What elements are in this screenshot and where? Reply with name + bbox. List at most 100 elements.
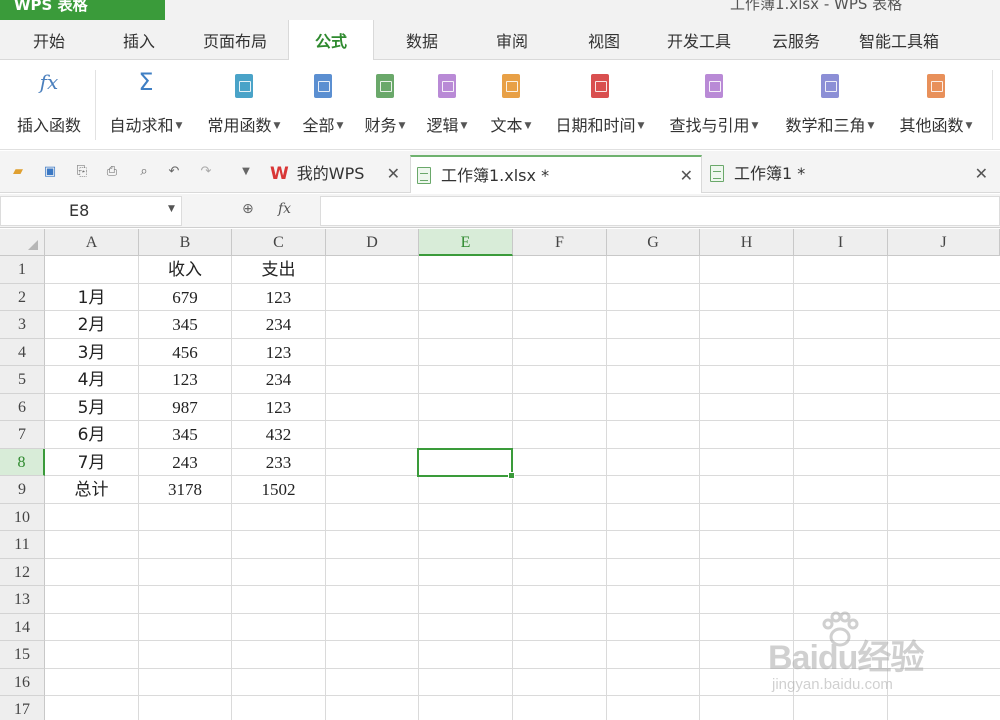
row-header-4[interactable]: 4 — [0, 338, 45, 366]
datetime-functions-button[interactable]: 日期和时间 ▼ — [546, 68, 654, 146]
tab-developer[interactable]: 开发工具 — [652, 20, 746, 60]
cell-c9[interactable]: 1502 — [232, 476, 325, 503]
logic-label: 逻辑 — [426, 116, 459, 135]
select-all-corner[interactable] — [0, 229, 45, 256]
cell-b3[interactable]: 345 — [139, 311, 231, 338]
export-pdf-icon[interactable]: ⎘ — [74, 164, 90, 180]
print-icon[interactable]: ⎙ — [104, 164, 120, 180]
tab-workbook-xlsx[interactable]: 工作簿1.xlsx * ✕ — [410, 155, 702, 193]
column-header-j[interactable]: J — [888, 229, 1000, 256]
cell-b8[interactable]: 243 — [139, 449, 231, 476]
column-header-g[interactable]: G — [607, 229, 700, 256]
cell-c8[interactable]: 233 — [232, 449, 325, 476]
tab-cloud[interactable]: 云服务 — [758, 20, 834, 60]
row-header-12[interactable]: 12 — [0, 558, 45, 586]
column-header-b[interactable]: B — [139, 229, 232, 256]
zoom-search-icon[interactable]: ⊕ — [242, 201, 254, 217]
row-header-15[interactable]: 15 — [0, 641, 45, 669]
cell-a7[interactable]: 6月 — [45, 421, 138, 448]
column-header-i[interactable]: I — [794, 229, 888, 256]
close-icon[interactable]: ✕ — [975, 155, 988, 193]
cell-a3[interactable]: 2月 — [45, 311, 138, 338]
tab-smart-tools[interactable]: 智能工具箱 — [848, 20, 950, 60]
customize-toolbar-icon[interactable]: ▼ — [238, 164, 254, 180]
cell-b1[interactable]: 收入 — [139, 256, 231, 283]
autosum-button[interactable]: Σ 自动求和 ▼ — [100, 68, 192, 146]
cell-b6[interactable]: 987 — [139, 394, 231, 421]
column-header-f[interactable]: F — [513, 229, 607, 256]
redo-icon[interactable]: ↷ — [198, 164, 214, 180]
other-functions-button[interactable]: 其他函数 ▼ — [890, 68, 982, 146]
wps-logo-icon: W — [270, 164, 289, 184]
cell-c5[interactable]: 234 — [232, 366, 325, 393]
close-icon[interactable]: ✕ — [680, 157, 693, 195]
row-header-16[interactable]: 16 — [0, 668, 45, 696]
open-folder-icon[interactable]: ▰ — [10, 164, 26, 180]
cell-b5[interactable]: 123 — [139, 366, 231, 393]
save-icon[interactable]: ▣ — [42, 164, 58, 180]
cell-c2[interactable]: 123 — [232, 284, 325, 311]
row-header-3[interactable]: 3 — [0, 311, 45, 339]
cell-a4[interactable]: 3月 — [45, 339, 138, 366]
row-header-7[interactable]: 7 — [0, 421, 45, 449]
math-functions-button[interactable]: 数学和三角 ▼ — [776, 68, 884, 146]
undo-icon[interactable]: ↶ — [166, 164, 182, 180]
cell-c6[interactable]: 123 — [232, 394, 325, 421]
lookup-functions-button[interactable]: 查找与引用 ▼ — [660, 68, 768, 146]
fx-icon[interactable]: fx — [278, 201, 291, 217]
row-header-1[interactable]: 1 — [0, 256, 45, 284]
cell-b9[interactable]: 3178 — [139, 476, 231, 503]
app-menu-button[interactable]: WPS 表格 — [0, 0, 165, 20]
logic-functions-button[interactable]: 逻辑 ▼ — [418, 68, 476, 146]
cell-c3[interactable]: 234 — [232, 311, 325, 338]
tab-my-wps-label: 我的WPS — [296, 164, 365, 183]
tab-data[interactable]: 数据 — [384, 20, 460, 60]
tab-home[interactable]: 开始 — [10, 20, 88, 60]
row-header-6[interactable]: 6 — [0, 393, 45, 421]
tab-formulas[interactable]: 公式 — [288, 20, 374, 61]
column-header-d[interactable]: D — [326, 229, 419, 256]
column-header-a[interactable]: A — [45, 229, 139, 256]
tab-view[interactable]: 视图 — [566, 20, 642, 60]
row-header-13[interactable]: 13 — [0, 586, 45, 614]
cell-a9[interactable]: 总计 — [45, 476, 138, 503]
cell-c7[interactable]: 432 — [232, 421, 325, 448]
row-header-2[interactable]: 2 — [0, 283, 45, 311]
tab-workbook-unsaved-label: 工作簿1 * — [734, 164, 806, 183]
row-header-5[interactable]: 5 — [0, 366, 45, 394]
cell-a5[interactable]: 4月 — [45, 366, 138, 393]
insert-function-button[interactable]: fx 插入函数 — [8, 68, 90, 146]
print-preview-icon[interactable]: ⌕ — [136, 164, 152, 180]
row-header-14[interactable]: 14 — [0, 613, 45, 641]
all-functions-button[interactable]: 全部 ▼ — [294, 68, 352, 146]
column-header-h[interactable]: H — [700, 229, 794, 256]
cell-a6[interactable]: 5月 — [45, 394, 138, 421]
cell-c4[interactable]: 123 — [232, 339, 325, 366]
text-functions-button[interactable]: 文本 ▼ — [482, 68, 540, 146]
column-header-e[interactable]: E — [419, 229, 513, 256]
row-header-8[interactable]: 8 — [0, 448, 45, 476]
cell-b4[interactable]: 456 — [139, 339, 231, 366]
row-header-17[interactable]: 17 — [0, 696, 45, 720]
cell-b2[interactable]: 679 — [139, 284, 231, 311]
column-header-c[interactable]: C — [232, 229, 326, 256]
tab-my-wps[interactable]: W 我的WPS ✕ — [262, 155, 408, 193]
row-header-10[interactable]: 10 — [0, 503, 45, 531]
name-box[interactable]: E8 — [0, 196, 182, 226]
selected-cell-e8[interactable] — [417, 447, 515, 479]
tab-workbook-unsaved[interactable]: 工作簿1 * ✕ — [704, 155, 996, 193]
row-header-9[interactable]: 9 — [0, 476, 45, 504]
tab-review[interactable]: 审阅 — [474, 20, 550, 60]
cell-c1[interactable]: 支出 — [232, 256, 325, 283]
finance-functions-button[interactable]: 财务 ▼ — [356, 68, 414, 146]
tab-page-layout[interactable]: 页面布局 — [190, 20, 280, 60]
formula-input[interactable] — [320, 196, 1000, 226]
common-functions-button[interactable]: 常用函数 ▼ — [198, 68, 290, 146]
close-icon[interactable]: ✕ — [387, 155, 400, 193]
cell-a2[interactable]: 1月 — [45, 284, 138, 311]
row-header-11[interactable]: 11 — [0, 531, 45, 559]
tab-insert[interactable]: 插入 — [102, 20, 176, 60]
chevron-down-icon[interactable]: ▼ — [168, 204, 175, 214]
cell-a8[interactable]: 7月 — [45, 449, 138, 476]
cell-b7[interactable]: 345 — [139, 421, 231, 448]
